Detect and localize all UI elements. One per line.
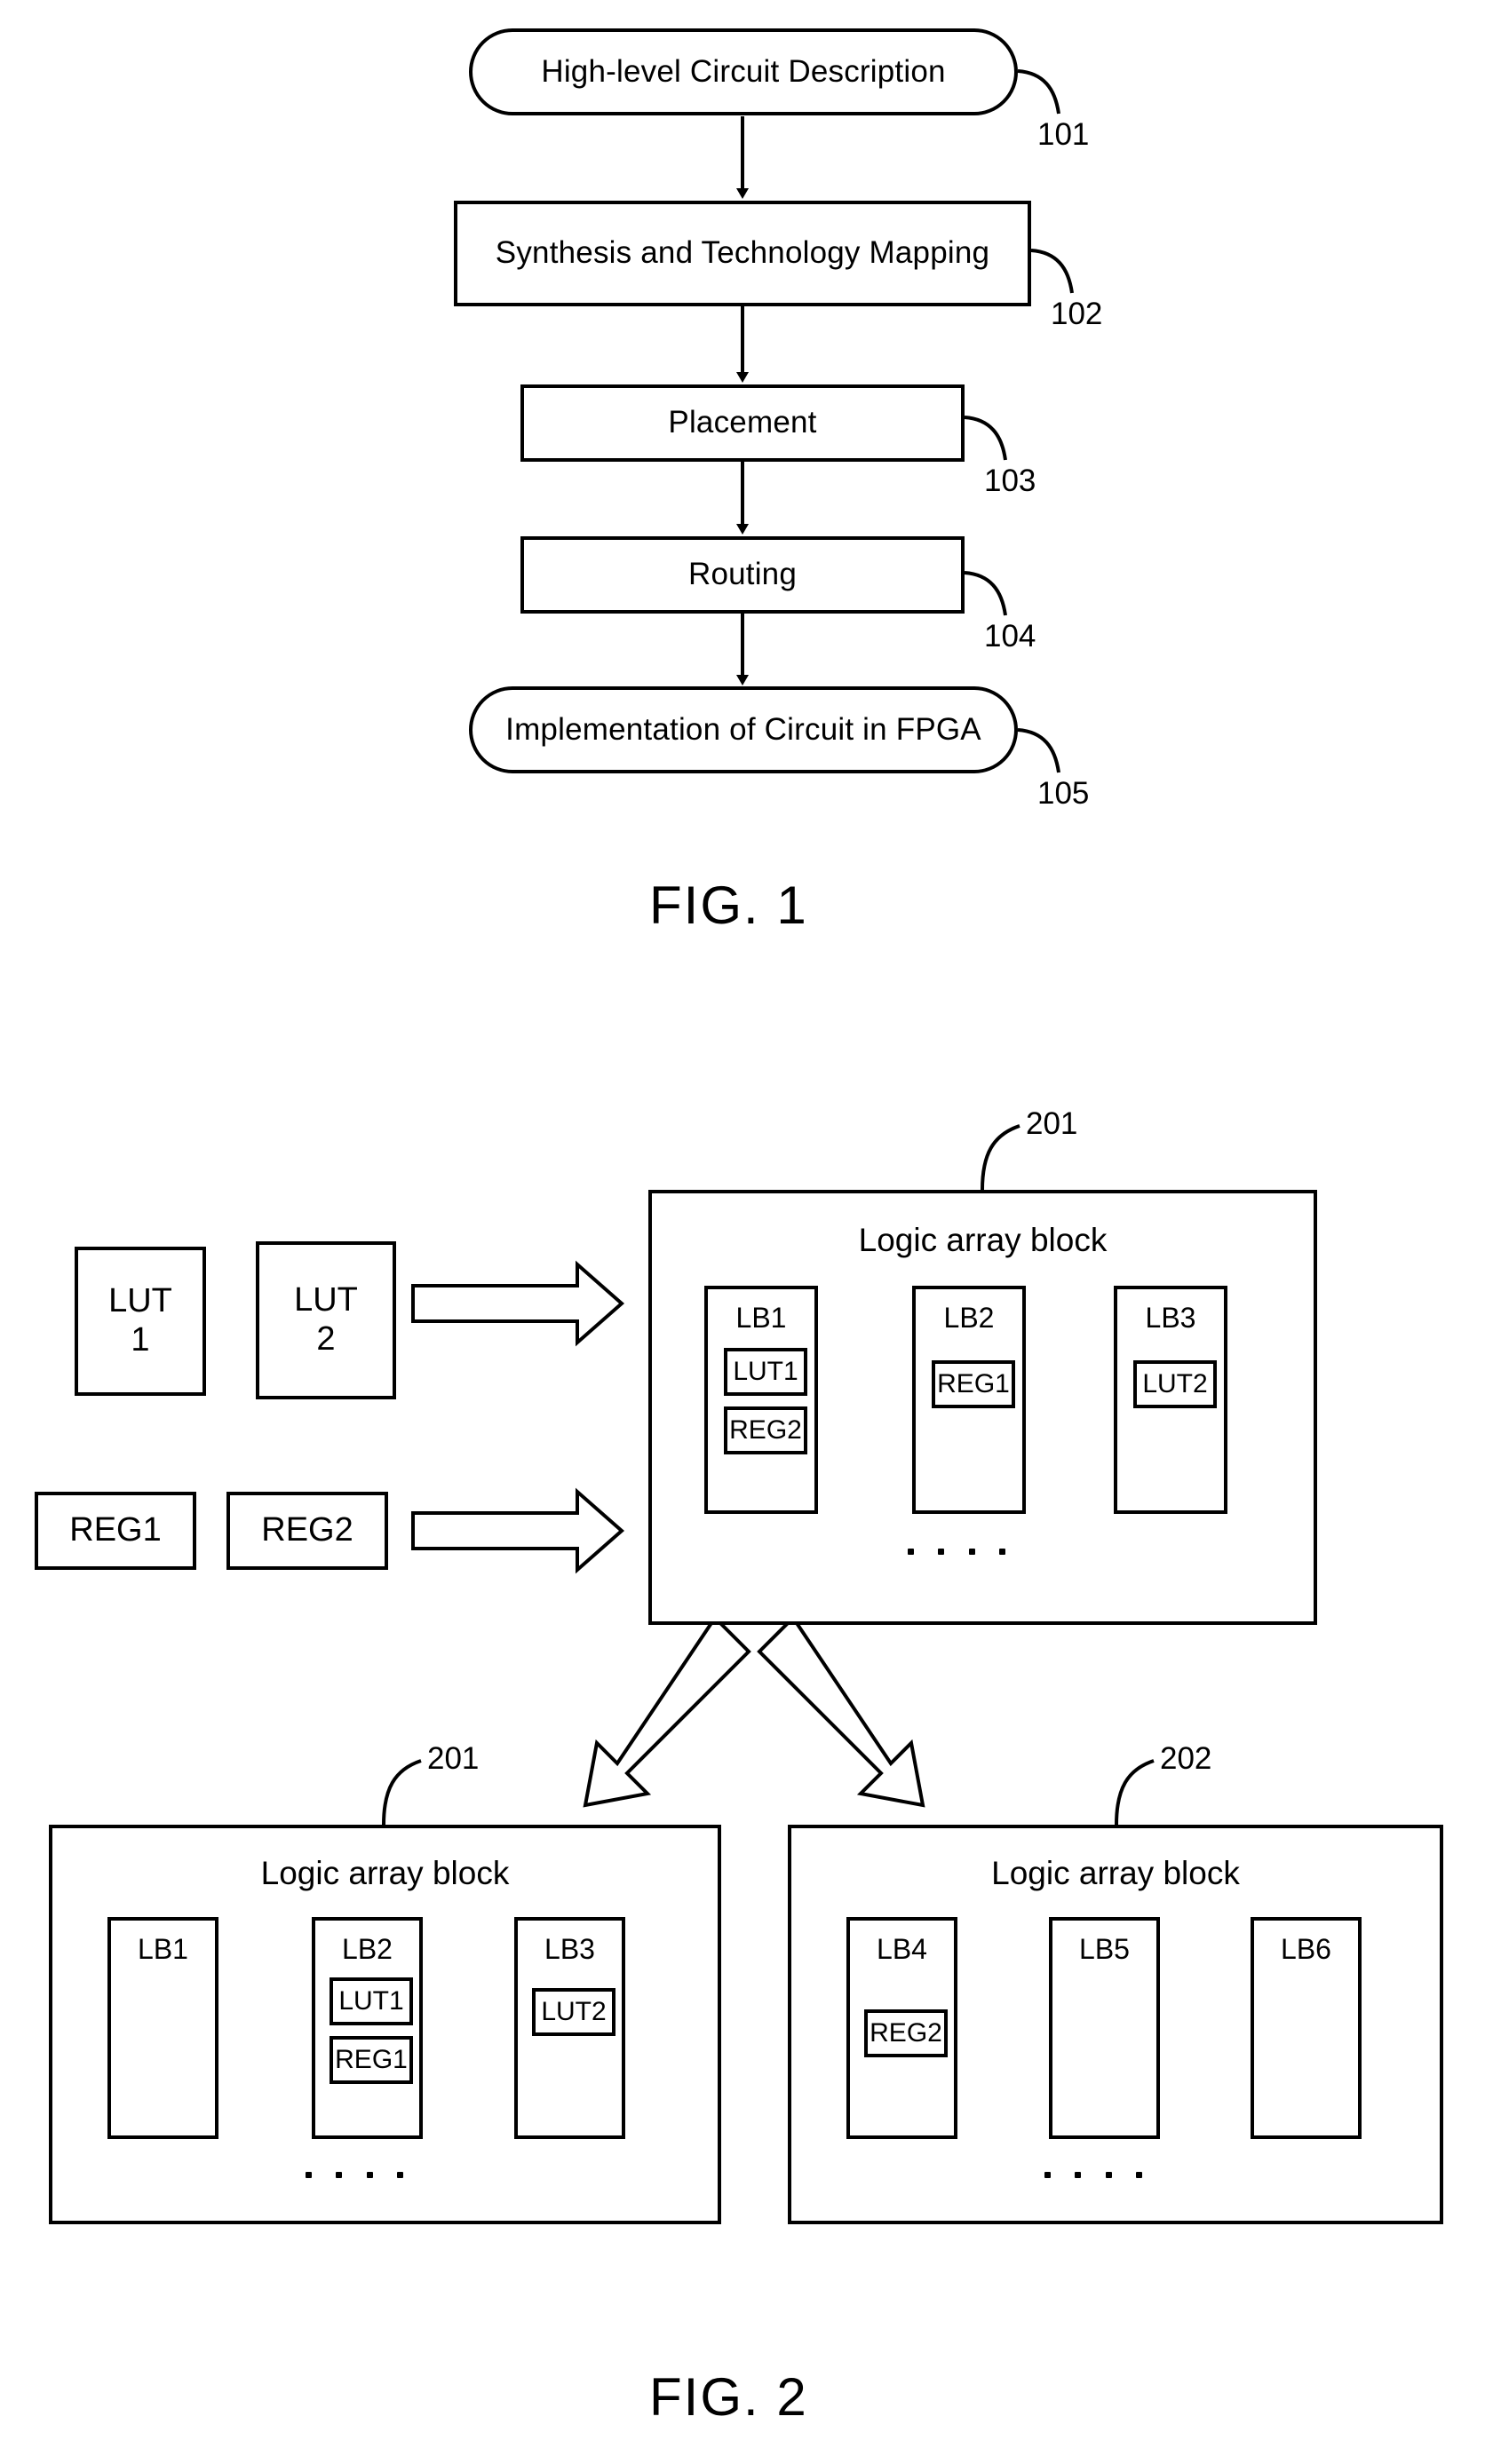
flow-step-label: Placement	[668, 405, 817, 440]
lab-ellipsis	[1044, 2170, 1142, 2179]
lab-title: Logic array block	[991, 1855, 1240, 1891]
source-lut-2: LUT 2	[256, 1241, 396, 1399]
fig1-reference-leaders	[964, 69, 1074, 773]
flow-step-synthesis-and-technology-mapping: Synthesis and Technology Mapping	[454, 201, 1031, 306]
logic-block-title: LB2	[943, 1302, 995, 1334]
logic-block-lb4: LB4 REG2	[846, 1917, 957, 2139]
logic-block-lb2: LB2 LUT1 REG1	[312, 1917, 423, 2139]
cell-reg2: REG2	[724, 1406, 807, 1454]
logic-block-title: LB1	[735, 1302, 787, 1334]
reference-number-101: 101	[1037, 117, 1090, 152]
lut-to-lab-arrow	[411, 1260, 625, 1347]
lab-ellipsis	[306, 2170, 403, 2179]
logic-block-title: LB5	[1079, 1933, 1130, 1965]
figure-2-caption: FIG. 2	[649, 2367, 808, 2427]
source-lut-1-label: LUT 1	[108, 1282, 172, 1359]
reference-number-103: 103	[984, 463, 1036, 498]
lab-ellipsis	[908, 1547, 1005, 1556]
fig2-block-arrows-diagonal	[583, 1614, 925, 1808]
reference-number-102: 102	[1051, 297, 1103, 331]
logic-block-lb1: LB1 LUT1 REG2	[704, 1286, 818, 1514]
reference-number-104: 104	[984, 619, 1036, 654]
logic-block-title: LB2	[342, 1933, 393, 1965]
flow-step-label: Routing	[687, 557, 798, 592]
source-reg-2: REG2	[226, 1492, 388, 1570]
reference-number-202: 202	[1160, 1741, 1212, 1776]
logic-block-title: LB3	[1145, 1302, 1196, 1334]
flow-step-label: High-level Circuit Description	[541, 53, 946, 89]
cell-reg1: REG1	[932, 1360, 1015, 1408]
logic-block-lb2: LB2 REG1	[912, 1286, 1026, 1514]
logic-block-title: LB3	[544, 1933, 595, 1965]
lab-title: Logic array block	[858, 1222, 1108, 1258]
logic-block-lb3: LB3 LUT2	[1114, 1286, 1227, 1514]
logic-block-title: LB6	[1281, 1933, 1331, 1965]
flow-step-routing: Routing	[520, 536, 965, 614]
logic-block-lb5: LB5	[1049, 1917, 1160, 2139]
cell-lut2: LUT2	[1133, 1360, 1217, 1408]
cell-lut1: LUT1	[330, 1977, 413, 2025]
fig2-block-arrows-horizontal	[411, 1260, 625, 1574]
logic-array-block-202: Logic array block LB4 REG2 LB5 LB6	[788, 1825, 1443, 2224]
cell-lut1: LUT1	[724, 1348, 807, 1396]
source-lut-2-label: LUT 2	[294, 1281, 358, 1358]
reg-to-lab-arrow	[411, 1487, 625, 1574]
logic-block-lb6: LB6	[1251, 1917, 1362, 2139]
reference-number-201-top: 201	[1026, 1106, 1078, 1141]
logic-block-title: LB1	[138, 1933, 188, 1965]
lab-title: Logic array block	[260, 1855, 510, 1891]
cell-lut2: LUT2	[532, 1988, 615, 2036]
logic-array-block-201-top: Logic array block LB1 LUT1 REG2 LB2 REG1…	[648, 1190, 1317, 1625]
flow-step-label: Synthesis and Technology Mapping	[495, 235, 990, 271]
logic-block-lb3: LB3 LUT2	[514, 1917, 625, 2139]
reference-number-201-bottom: 201	[427, 1741, 480, 1776]
logic-block-lb1: LB1	[107, 1917, 218, 2139]
cell-reg1: REG1	[330, 2036, 413, 2084]
source-reg-1: REG1	[35, 1492, 196, 1570]
logic-array-block-201-bottom: Logic array block LB1 LB2 LUT1 REG1 LB3 …	[49, 1825, 721, 2224]
lab-to-right-lab-arrow	[757, 1614, 925, 1808]
flow-step-placement: Placement	[520, 384, 965, 462]
lab-to-left-lab-arrow	[583, 1614, 751, 1808]
flow-step-label: Implementation of Circuit in FPGA	[505, 711, 981, 747]
source-reg-1-label: REG1	[69, 1511, 162, 1549]
flow-step-implementation-of-circuit-in-fpga: Implementation of Circuit in FPGA	[469, 686, 1018, 773]
cell-reg2: REG2	[864, 2009, 948, 2057]
figure-1-caption: FIG. 1	[649, 875, 808, 935]
patent-figure-sheet: High-level Circuit Description 101 Synth…	[0, 0, 1493, 2464]
source-reg-2-label: REG2	[261, 1511, 353, 1549]
reference-number-105: 105	[1037, 776, 1090, 811]
flow-step-high-level-circuit-description: High-level Circuit Description	[469, 28, 1018, 115]
logic-block-title: LB4	[877, 1933, 927, 1965]
source-lut-1: LUT 1	[75, 1247, 206, 1396]
